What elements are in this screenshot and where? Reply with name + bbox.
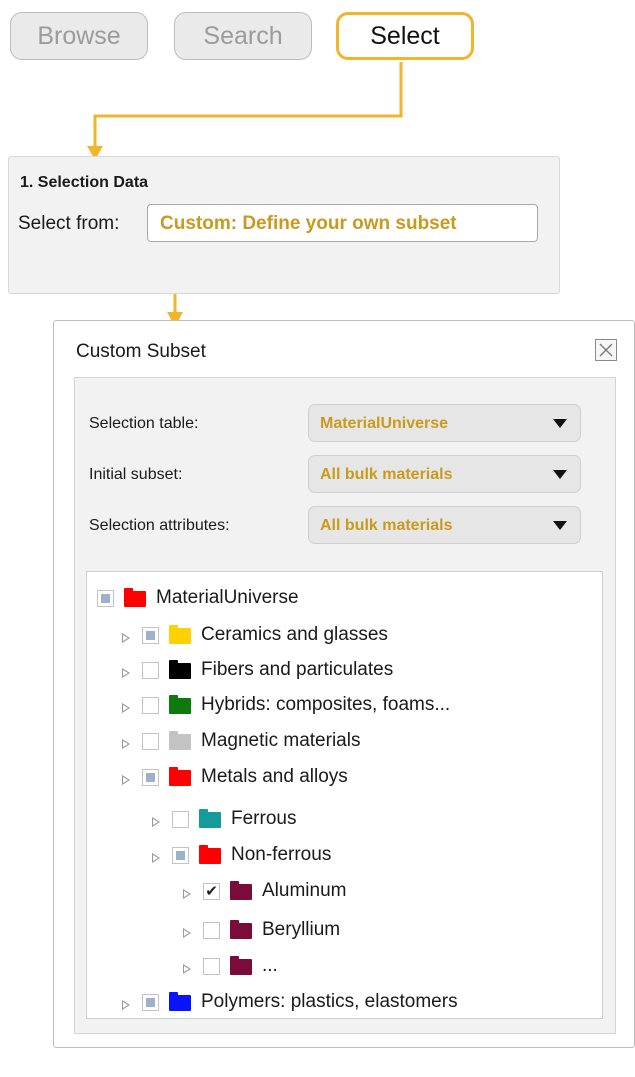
folder-icon bbox=[169, 767, 191, 786]
tree-checkbox[interactable] bbox=[142, 994, 159, 1011]
expand-arrow-icon[interactable] bbox=[122, 739, 130, 749]
expand-arrow-icon[interactable] bbox=[152, 817, 160, 827]
tree-item-label: ... bbox=[262, 955, 278, 976]
tree-checkbox[interactable] bbox=[172, 811, 189, 828]
expand-arrow-icon[interactable] bbox=[183, 889, 191, 899]
folder-icon bbox=[169, 660, 191, 679]
select-tab[interactable]: Select bbox=[336, 12, 474, 60]
tree-item-label: Non-ferrous bbox=[231, 844, 332, 865]
tree-checkbox[interactable] bbox=[203, 958, 220, 975]
folder-icon bbox=[124, 588, 146, 607]
tree-checkbox[interactable] bbox=[203, 922, 220, 939]
tree-checkbox[interactable] bbox=[142, 697, 159, 714]
folder-icon bbox=[169, 695, 191, 714]
tree-item-label: MaterialUniverse bbox=[156, 587, 299, 608]
folder-icon bbox=[169, 992, 191, 1011]
browse-tab[interactable]: Browse bbox=[10, 12, 148, 60]
tree-item-label: Fibers and particulates bbox=[201, 659, 394, 680]
select-from-dropdown[interactable]: Custom: Define your own subset bbox=[147, 204, 538, 242]
selection-attributes-label: Selection attributes: bbox=[89, 517, 230, 534]
folder-icon bbox=[169, 731, 191, 750]
tree-item-label: Polymers: plastics, elastomers bbox=[201, 991, 458, 1012]
expand-arrow-icon[interactable] bbox=[122, 1000, 130, 1010]
selection-data-panel: 1. Selection Data Select from: Custom: D… bbox=[8, 156, 560, 294]
tree-checkbox[interactable] bbox=[142, 627, 159, 644]
expand-arrow-icon[interactable] bbox=[122, 775, 130, 785]
expand-arrow-icon[interactable] bbox=[183, 928, 191, 938]
tree-item-label: Ceramics and glasses bbox=[201, 624, 388, 645]
tree-item-label: Hybrids: composites, foams... bbox=[201, 694, 451, 715]
selection-table-dropdown[interactable]: MaterialUniverse bbox=[308, 404, 581, 442]
subset-options-panel: Selection table: MaterialUniverse Initia… bbox=[74, 377, 616, 1034]
expand-arrow-icon[interactable] bbox=[122, 633, 130, 643]
select-from-label: Select from: bbox=[18, 213, 120, 234]
tree-checkbox[interactable] bbox=[142, 733, 159, 750]
folder-icon bbox=[230, 920, 252, 939]
expand-arrow-icon[interactable] bbox=[152, 853, 160, 863]
selection-attributes-value: All bulk materials bbox=[320, 517, 453, 534]
tree-item-label: Metals and alloys bbox=[201, 766, 348, 787]
tree-item-label: Ferrous bbox=[231, 808, 297, 829]
expand-arrow-icon[interactable] bbox=[183, 964, 191, 974]
tree-checkbox[interactable] bbox=[172, 847, 189, 864]
panel-heading: 1. Selection Data bbox=[20, 174, 149, 191]
initial-subset-value: All bulk materials bbox=[320, 466, 453, 483]
arrow-to-selection-panel bbox=[93, 62, 403, 148]
material-tree: MaterialUniverse Ceramics and glasses Fibe… bbox=[86, 571, 603, 1019]
tree-item-label: Aluminum bbox=[262, 880, 347, 901]
tree-checkbox[interactable] bbox=[97, 590, 114, 607]
search-tab[interactable]: Search bbox=[174, 12, 312, 60]
dropdown-arrow-icon bbox=[553, 470, 567, 479]
dropdown-arrow-icon bbox=[553, 521, 567, 530]
selection-attributes-dropdown[interactable]: All bulk materials bbox=[308, 506, 581, 544]
close-button[interactable] bbox=[595, 339, 617, 361]
tree-checkbox[interactable]: ✔ bbox=[203, 883, 220, 900]
dropdown-arrow-icon bbox=[553, 419, 567, 428]
expand-arrow-icon[interactable] bbox=[122, 703, 130, 713]
folder-icon bbox=[169, 625, 191, 644]
folder-icon bbox=[199, 809, 221, 828]
folder-icon bbox=[230, 881, 252, 900]
selection-table-value: MaterialUniverse bbox=[320, 415, 449, 432]
folder-icon bbox=[230, 956, 252, 975]
custom-subset-dialog: Custom Subset Selection table: MaterialU… bbox=[53, 320, 635, 1048]
tree-item-label: Beryllium bbox=[262, 919, 341, 940]
initial-subset-label: Initial subset: bbox=[89, 466, 183, 483]
tree-checkbox[interactable] bbox=[142, 769, 159, 786]
initial-subset-dropdown[interactable]: All bulk materials bbox=[308, 455, 581, 493]
tree-checkbox[interactable] bbox=[142, 662, 159, 679]
folder-icon bbox=[199, 845, 221, 864]
close-icon bbox=[599, 343, 613, 357]
dialog-title: Custom Subset bbox=[76, 341, 206, 362]
expand-arrow-icon[interactable] bbox=[122, 668, 130, 678]
tree-item-label: Magnetic materials bbox=[201, 730, 361, 751]
selection-table-label: Selection table: bbox=[89, 415, 199, 432]
